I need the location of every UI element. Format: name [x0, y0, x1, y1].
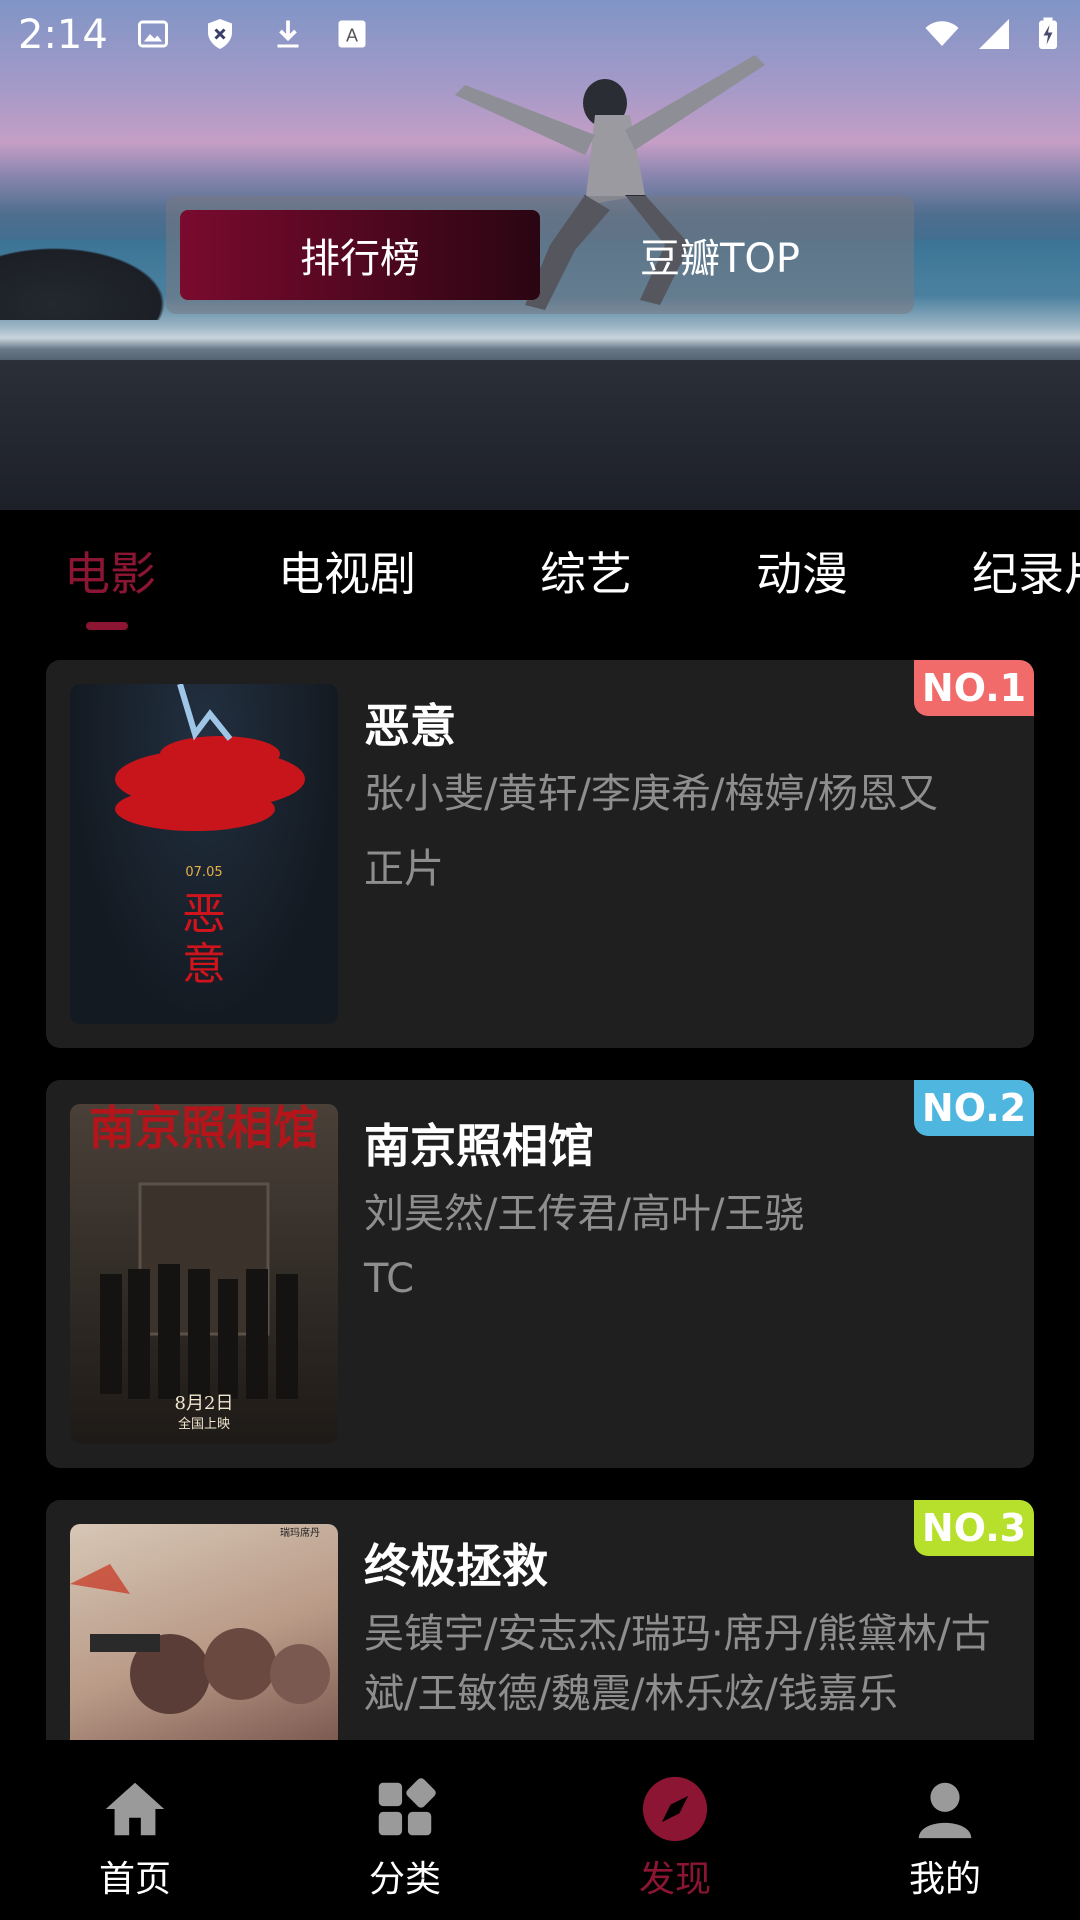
rank-badge: NO.1	[914, 660, 1034, 716]
poster-date: 07.05	[185, 865, 222, 880]
poster-release-sub: 全国上映	[178, 1416, 230, 1432]
tab-documentary[interactable]: 纪录片	[972, 538, 1080, 604]
category-tabs: 电影 电视剧 综艺 动漫 纪录片	[0, 510, 1080, 640]
hero-rocks	[0, 240, 180, 320]
svg-text:A: A	[346, 26, 358, 46]
nav-category[interactable]: 分类	[325, 1774, 485, 1902]
tab-variety[interactable]: 综艺	[540, 538, 632, 604]
nav-discover-label: 发现	[638, 1859, 711, 1900]
segment-ranking[interactable]: 排行榜	[180, 210, 540, 300]
person-icon	[918, 1782, 972, 1839]
card-cast: 张小斐/黄轩/李庚希/梅婷/杨恩又	[364, 771, 938, 817]
ranking-segmented-control: 排行榜 豆瓣TOP	[166, 196, 914, 314]
ranking-card-1[interactable]: 07.05 恶 意 恶意 张小斐/黄轩/李庚希/梅婷/杨恩又 正片 NO.1	[46, 660, 1034, 1048]
battery-charging-icon	[1039, 17, 1057, 49]
compass-icon	[642, 1776, 708, 1842]
segment-douban-top[interactable]: 豆瓣TOP	[540, 210, 900, 300]
poster-nanjing-photo-studio[interactable]: 南京照相馆 8月2日 全国上映	[70, 1104, 338, 1444]
cellular-signal-icon	[979, 19, 1009, 49]
ranking-card-2[interactable]: 南京照相馆 8月2日 全国上映 南京照相馆 刘昊然/王传君/高叶/王骁 TC N…	[46, 1080, 1034, 1468]
poster-release: 8月2日	[175, 1393, 234, 1414]
poster-art-2: 南京照相馆 8月2日 全国上映	[89, 1104, 319, 1432]
card-quality: TC	[364, 1256, 415, 1302]
wifi-icon	[925, 21, 959, 46]
nav-discover[interactable]: 发现	[595, 1774, 755, 1902]
tab-tv-series[interactable]: 电视剧	[278, 538, 416, 604]
hero-beach	[0, 360, 1080, 510]
poster-headline: 南京照相馆	[89, 1104, 319, 1155]
card-cast: 刘昊然/王传君/高叶/王骁	[364, 1191, 805, 1237]
shield-notification-icon	[208, 19, 232, 49]
nav-category-label: 分类	[368, 1859, 441, 1900]
image-notification-icon	[138, 20, 168, 48]
poster-art-1: 07.05 恶 意	[115, 684, 305, 990]
category-icon	[378, 1778, 436, 1836]
card-title[interactable]: 终极拯救	[364, 1530, 548, 1596]
poster-corner: 瑞玛席丹	[280, 1526, 320, 1539]
tab-movie[interactable]: 电影	[64, 538, 156, 604]
nav-profile[interactable]: 我的	[865, 1774, 1025, 1902]
download-notification-icon	[277, 20, 299, 48]
nav-profile-label: 我的	[908, 1859, 981, 1900]
card-cast: 吴镇宇/安志杰/瑞玛·席丹/熊黛林/古斌/王敏德/魏震/林乐炫/钱嘉乐	[364, 1611, 991, 1717]
nav-home[interactable]: 首页	[55, 1774, 215, 1902]
tab-anime[interactable]: 动漫	[756, 538, 848, 604]
poster-title-char-1: 恶	[182, 889, 226, 940]
bottom-navigation: 首页 分类 发现 我的	[0, 1740, 1080, 1920]
poster-evil-intent[interactable]: 07.05 恶 意	[70, 684, 338, 1024]
poster-title-char-2: 意	[182, 939, 226, 990]
card-quality: 正片	[364, 846, 444, 892]
nav-home-label: 首页	[98, 1859, 171, 1900]
status-bar: 2:14 A	[0, 0, 1080, 70]
card-title[interactable]: 恶意	[364, 690, 456, 756]
status-time: 2:14	[18, 12, 108, 58]
text-notification-icon: A	[338, 20, 366, 48]
active-tab-indicator	[86, 622, 128, 630]
card-title[interactable]: 南京照相馆	[364, 1110, 594, 1176]
rank-badge: NO.2	[914, 1080, 1034, 1136]
home-icon	[105, 1782, 165, 1836]
rank-badge: NO.3	[914, 1500, 1034, 1556]
